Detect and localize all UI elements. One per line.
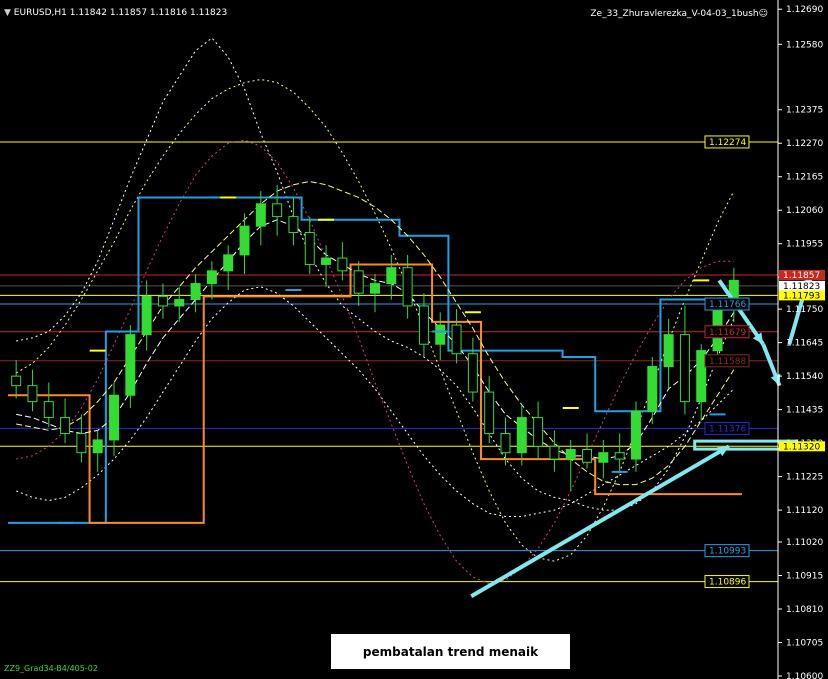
- y-tick-label: 1.12375: [786, 106, 823, 116]
- candle-body: [500, 433, 511, 454]
- chart-background: [0, 0, 828, 679]
- y-tick-label: 1.11120: [786, 506, 823, 516]
- y-tick-label: 1.12060: [786, 206, 823, 216]
- level-label: 1.11857: [783, 271, 820, 281]
- candle-body: [92, 439, 103, 454]
- y-tick-label: 1.11645: [786, 339, 823, 349]
- level-label: 1.12274: [709, 138, 746, 148]
- y-tick-label: 1.12270: [786, 139, 823, 149]
- candle-body: [206, 270, 217, 285]
- candle-body: [630, 410, 641, 460]
- level-label: 1.11823: [783, 282, 820, 292]
- y-tick-label: 1.10915: [786, 572, 823, 582]
- candle-body: [321, 257, 332, 265]
- candle-body: [239, 225, 250, 256]
- candle-body: [386, 267, 397, 285]
- candle-body: [157, 295, 168, 307]
- level-label: 1.11376: [709, 424, 746, 434]
- candle-body: [125, 334, 136, 396]
- smiley-icon: ☺: [758, 9, 768, 19]
- candle-body: [337, 257, 348, 272]
- y-tick-label: 1.10810: [786, 605, 823, 615]
- candle-body: [582, 448, 593, 463]
- candle-body: [484, 391, 495, 435]
- annotation-label: pembatalan trend menaik: [331, 634, 570, 669]
- candle-body: [370, 283, 380, 294]
- candle-body: [27, 385, 38, 403]
- candle-body: [141, 295, 152, 336]
- candle-body: [614, 452, 625, 460]
- level-label: 1.10896: [709, 578, 746, 588]
- candle-body: [174, 299, 185, 307]
- y-tick-label: 1.11750: [786, 305, 823, 315]
- candle-body: [190, 283, 201, 301]
- candle-body: [565, 448, 576, 460]
- indicator-name-text: Ze_33_Zhuravlerezka_V-04-03_1bush: [590, 9, 759, 19]
- candle-body: [60, 417, 71, 435]
- level-label: 1.10993: [709, 547, 746, 557]
- indicator-name: Ze_33_Zhuravlerezka_V-04-03_1bush☺: [590, 9, 768, 19]
- y-tick-label: 1.11955: [786, 240, 823, 250]
- y-tick-label: 1.10600: [786, 672, 823, 679]
- candle-body: [516, 417, 527, 454]
- y-tick-label: 1.11020: [786, 538, 823, 548]
- candle-body: [223, 254, 234, 272]
- y-tick-label: 1.12580: [786, 40, 823, 50]
- candle-body: [43, 401, 54, 419]
- level-label: 1.11679: [709, 328, 746, 338]
- candle-body: [696, 350, 707, 403]
- candle-body: [272, 203, 283, 218]
- candle-body: [533, 417, 544, 447]
- y-tick-label: 1.11540: [786, 372, 823, 382]
- candle-body: [255, 203, 266, 227]
- candle-body: [418, 305, 429, 345]
- candle-body: [663, 334, 674, 368]
- level-label: 1.11793: [783, 291, 820, 301]
- candle-body: [76, 433, 87, 454]
- collapse-triangle-icon[interactable]: ▼: [4, 8, 11, 18]
- level-label: 1.11588: [709, 357, 746, 367]
- level-label: 1.11320: [783, 442, 820, 452]
- candle-body: [402, 267, 413, 307]
- candle-body: [647, 366, 658, 412]
- y-tick-label: 1.12165: [786, 173, 823, 183]
- candle-body: [11, 375, 22, 387]
- y-tick-label: 1.11435: [786, 406, 823, 416]
- level-label: 1.11766: [709, 300, 746, 310]
- candle-body: [353, 270, 364, 294]
- candle-body: [549, 445, 560, 460]
- y-tick-label: 1.11225: [786, 473, 823, 483]
- candle-body: [598, 452, 609, 463]
- price-chart[interactable]: 1.12690 1.12580 1.12375 1.12270 1.12165 1.120…: [0, 0, 828, 679]
- candle-body: [288, 216, 299, 234]
- symbol-info-text: EURUSD,H1 1.11842 1.11857 1.11816 1.1182…: [13, 8, 228, 18]
- y-tick-label: 1.10705: [786, 639, 823, 649]
- candle-body: [467, 353, 478, 393]
- candle-body: [679, 334, 690, 403]
- symbol-info: ▼ EURUSD,H1 1.11842 1.11857 1.11816 1.11…: [4, 8, 227, 18]
- candle-body: [304, 232, 315, 265]
- candle-body: [451, 324, 462, 355]
- footer-text: ZZ9_Grad34-B4/405-02: [4, 664, 98, 673]
- y-tick-label: 1.12690: [786, 5, 823, 15]
- candle-body: [109, 394, 120, 441]
- candle-body: [435, 324, 446, 345]
